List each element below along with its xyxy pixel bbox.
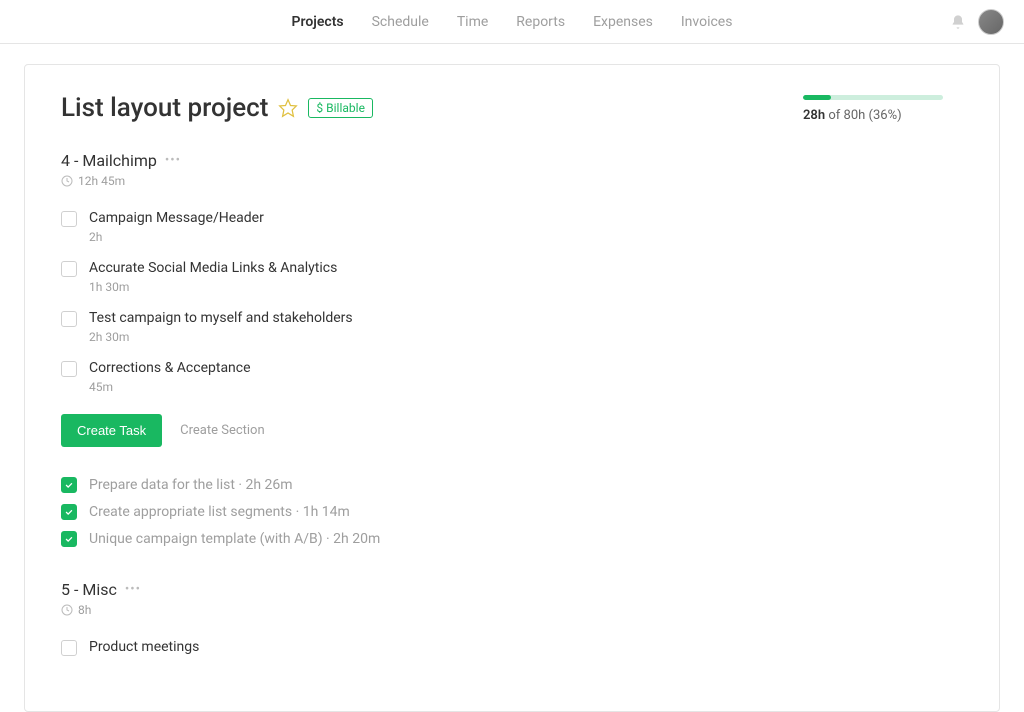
task-title: Product meetings (89, 639, 963, 655)
task-content: Accurate Social Media Links & Analytics … (89, 260, 963, 294)
task-duration: 1h 30m (89, 280, 963, 294)
task-row[interactable]: Campaign Message/Header 2h (61, 200, 963, 250)
progress-fill (803, 95, 831, 100)
create-section-link[interactable]: Create Section (180, 423, 265, 438)
task-row[interactable]: Product meetings (61, 629, 963, 665)
task-checkbox[interactable] (61, 311, 77, 327)
nav-items: Projects Schedule Time Reports Expenses … (292, 2, 733, 42)
page-title: List layout project (61, 93, 268, 123)
nav-right (950, 9, 1004, 35)
task-row[interactable]: Test campaign to myself and stakeholders… (61, 300, 963, 350)
progress-bar (803, 95, 943, 100)
task-title: Accurate Social Media Links & Analytics (89, 260, 963, 276)
task-content: Test campaign to myself and stakeholders… (89, 310, 963, 344)
section-title[interactable]: 4 - Mailchimp (61, 151, 157, 170)
task-title: Test campaign to myself and stakeholders (89, 310, 963, 326)
nav-schedule[interactable]: Schedule (372, 2, 429, 42)
progress-section: 28h of 80h (36%) (803, 95, 963, 123)
project-header: List layout project $ Billable 28h of 80… (61, 93, 963, 123)
section-duration: 8h (78, 603, 91, 617)
action-row: Create Task Create Section (61, 414, 963, 447)
task-content: Product meetings (89, 639, 963, 659)
task-content: Corrections & Acceptance 45m (89, 360, 963, 394)
notification-icon[interactable] (950, 14, 966, 30)
section-duration: 12h 45m (78, 174, 125, 188)
nav-projects[interactable]: Projects (292, 2, 344, 42)
task-duration: 2h (89, 230, 963, 244)
task-duration: 45m (89, 380, 963, 394)
clock-icon (61, 604, 73, 616)
section-meta: 8h (61, 603, 963, 617)
completed-task-row[interactable]: Create appropriate list segments · 1h 14… (61, 498, 963, 525)
nav-reports[interactable]: Reports (516, 2, 565, 42)
task-checkbox-checked[interactable] (61, 504, 77, 520)
avatar[interactable] (978, 9, 1004, 35)
nav-invoices[interactable]: Invoices (681, 2, 733, 42)
section: 4 - Mailchimp ••• 12h 45m Campaign Messa… (61, 151, 963, 552)
progress-text: 28h of 80h (36%) (803, 108, 963, 123)
completed-task-text: Prepare data for the list · 2h 26m (89, 477, 293, 493)
star-icon[interactable] (278, 98, 298, 118)
task-checkbox-checked[interactable] (61, 477, 77, 493)
task-row[interactable]: Accurate Social Media Links & Analytics … (61, 250, 963, 300)
completed-task-row[interactable]: Prepare data for the list · 2h 26m (61, 471, 963, 498)
progress-total: 80h (844, 108, 866, 123)
nav-time[interactable]: Time (457, 2, 488, 42)
task-content: Campaign Message/Header 2h (89, 210, 963, 244)
more-icon[interactable]: ••• (165, 153, 181, 168)
completed-task-text: Unique campaign template (with A/B) · 2h… (89, 531, 380, 547)
progress-of: of (828, 108, 840, 123)
task-duration: 2h 30m (89, 330, 963, 344)
section-title[interactable]: 5 - Misc (61, 580, 117, 599)
task-checkbox[interactable] (61, 261, 77, 277)
create-task-button[interactable]: Create Task (61, 414, 162, 447)
top-nav: Projects Schedule Time Reports Expenses … (0, 0, 1024, 44)
dollar-icon: $ (316, 101, 323, 115)
clock-icon (61, 175, 73, 187)
billable-label: Billable (326, 101, 365, 115)
more-icon[interactable]: ••• (125, 582, 141, 597)
section-header: 4 - Mailchimp ••• (61, 151, 963, 170)
task-title: Campaign Message/Header (89, 210, 963, 226)
task-checkbox-checked[interactable] (61, 531, 77, 547)
section-meta: 12h 45m (61, 174, 963, 188)
billable-badge: $ Billable (308, 98, 373, 118)
section: 5 - Misc ••• 8h Product meetings (61, 580, 963, 665)
main-container: List layout project $ Billable 28h of 80… (24, 64, 1000, 712)
progress-spent: 28h (803, 108, 825, 123)
progress-percent: (36%) (869, 108, 902, 123)
completed-task-text: Create appropriate list segments · 1h 14… (89, 504, 350, 520)
task-checkbox[interactable] (61, 211, 77, 227)
task-title: Corrections & Acceptance (89, 360, 963, 376)
task-checkbox[interactable] (61, 361, 77, 377)
task-row[interactable]: Corrections & Acceptance 45m (61, 350, 963, 400)
nav-expenses[interactable]: Expenses (593, 2, 653, 42)
section-header: 5 - Misc ••• (61, 580, 963, 599)
project-title-row: List layout project $ Billable (61, 93, 373, 123)
completed-task-row[interactable]: Unique campaign template (with A/B) · 2h… (61, 525, 963, 552)
